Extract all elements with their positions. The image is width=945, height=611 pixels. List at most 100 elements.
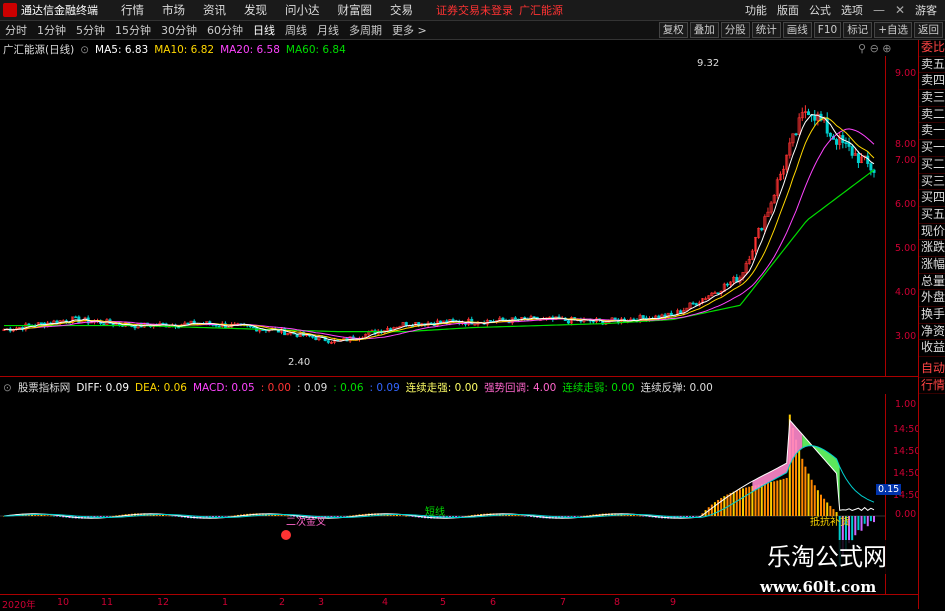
tool-restore[interactable]: 复权 bbox=[658, 22, 688, 38]
ma5-line bbox=[3, 113, 875, 342]
price-chart[interactable] bbox=[0, 56, 885, 376]
indicator-header: ⊙ 股票指标网 DIFF: 0.09 DEA: 0.06 MACD: 0.05 … bbox=[3, 380, 719, 395]
ind-value-1: : 0.00 bbox=[260, 381, 291, 394]
macd-bar bbox=[280, 514, 283, 516]
x-tick: 11 bbox=[101, 597, 114, 608]
tab-timeshare[interactable]: 分时 bbox=[0, 22, 32, 38]
tab-1min[interactable]: 1分钟 bbox=[32, 22, 71, 38]
macd-bar bbox=[748, 486, 751, 516]
menu-news[interactable]: 资讯 bbox=[203, 2, 226, 18]
side-item[interactable]: 换手 bbox=[919, 307, 945, 324]
macd-bar bbox=[464, 515, 467, 517]
side-item[interactable]: 卖一 bbox=[919, 123, 945, 141]
menu-ask[interactable]: 问小达 bbox=[285, 2, 320, 18]
login-alert[interactable]: 证券交易未登录 bbox=[436, 2, 513, 18]
menu-formula[interactable]: 公式 bbox=[809, 2, 831, 18]
side-item[interactable]: 卖五 bbox=[919, 57, 945, 74]
menu-options[interactable]: 选项 bbox=[841, 2, 863, 18]
ma5-label: MA5: 6.83 bbox=[95, 43, 149, 56]
side-item[interactable]: 现价 bbox=[919, 224, 945, 241]
tool-stats[interactable]: 统计 bbox=[751, 22, 781, 38]
quote-side-panel: 委比 卖五 卖四 卖三 卖二 卖一 买一 买二 买三 买四 买五 现价 涨跌 涨… bbox=[918, 40, 945, 609]
side-item[interactable]: 买五 bbox=[919, 207, 945, 224]
chart-title: 广汇能源(日线) bbox=[3, 44, 75, 56]
menu-wealth[interactable]: 财富圈 bbox=[338, 2, 373, 18]
side-item[interactable]: 买一 bbox=[919, 140, 945, 157]
ind-tick: 14:50 bbox=[893, 424, 921, 435]
side-item[interactable]: 卖二 bbox=[919, 107, 945, 124]
candle-body bbox=[828, 132, 832, 137]
menu-function[interactable]: 功能 bbox=[745, 2, 767, 18]
watermark-title: 乐淘公式网 bbox=[738, 540, 916, 574]
candle-body bbox=[74, 316, 78, 319]
menu-quotes[interactable]: 行情 bbox=[121, 2, 144, 18]
indicator-settings-icon[interactable]: ⊙ bbox=[3, 382, 12, 394]
tool-mark[interactable]: 标记 bbox=[843, 22, 873, 38]
side-item[interactable]: 净资 bbox=[919, 324, 945, 341]
indicator-name[interactable]: 股票指标网 bbox=[18, 380, 71, 395]
menu-market[interactable]: 市场 bbox=[162, 2, 185, 18]
side-item[interactable]: 外盘 bbox=[919, 290, 945, 307]
ind-value-4: : 0.09 bbox=[369, 381, 400, 394]
macd-bar bbox=[873, 516, 875, 523]
side-item[interactable]: 买四 bbox=[919, 190, 945, 207]
tool-overlay[interactable]: 叠加 bbox=[689, 22, 719, 38]
tool-back[interactable]: 返回 bbox=[914, 22, 943, 38]
tab-more[interactable]: 更多 > bbox=[387, 22, 432, 38]
tab-15min[interactable]: 15分钟 bbox=[110, 22, 156, 38]
zoom-out-icon[interactable]: ⊖ bbox=[870, 42, 879, 55]
tool-add-watch[interactable]: +自选 bbox=[874, 22, 912, 38]
side-item[interactable]: 总量 bbox=[919, 274, 945, 291]
low-label: 2.40 bbox=[288, 357, 311, 368]
macd-bar bbox=[782, 478, 785, 516]
macd-bar bbox=[717, 499, 720, 516]
close-icon[interactable]: ✕ bbox=[895, 3, 905, 17]
tab-multi[interactable]: 多周期 bbox=[344, 22, 387, 38]
candle-body bbox=[217, 325, 221, 328]
tab-daily[interactable]: 日线 bbox=[248, 22, 280, 38]
side-item[interactable]: 卖三 bbox=[919, 90, 945, 107]
side-item[interactable]: 收益 bbox=[919, 340, 945, 358]
tab-monthly[interactable]: 月线 bbox=[312, 22, 344, 38]
zoom-in-icon[interactable]: ⊕ bbox=[882, 42, 891, 55]
chart-settings-icon[interactable]: ⊙ bbox=[80, 44, 89, 56]
menu-layout[interactable]: 版面 bbox=[777, 2, 799, 18]
macd-bar bbox=[526, 516, 529, 517]
side-item[interactable]: 涨幅 bbox=[919, 257, 945, 274]
macd-bar bbox=[866, 516, 869, 527]
tool-draw[interactable]: 画线 bbox=[782, 22, 812, 38]
side-item[interactable]: 涨跌 bbox=[919, 240, 945, 257]
candle-body bbox=[807, 111, 811, 116]
macd-bar bbox=[645, 516, 648, 517]
stock-name-top: 广汇能源 bbox=[519, 4, 563, 17]
macd-bar bbox=[639, 515, 642, 517]
x-tick: 10 bbox=[57, 597, 70, 608]
tab-60min[interactable]: 60分钟 bbox=[202, 22, 248, 38]
menu-discover[interactable]: 发现 bbox=[244, 2, 267, 18]
macd-bar bbox=[804, 466, 807, 516]
macd-bar bbox=[233, 515, 236, 516]
macd-bar bbox=[408, 516, 411, 517]
side-item[interactable]: 行情 bbox=[919, 378, 945, 395]
side-item[interactable]: 买二 bbox=[919, 157, 945, 174]
tab-weekly[interactable]: 周线 bbox=[280, 22, 312, 38]
tool-f10[interactable]: F10 bbox=[813, 22, 842, 38]
menu-trade[interactable]: 交易 bbox=[390, 2, 413, 18]
candlestick-group bbox=[2, 105, 876, 345]
tab-30min[interactable]: 30分钟 bbox=[156, 22, 202, 38]
tab-5min[interactable]: 5分钟 bbox=[71, 22, 110, 38]
candle-body bbox=[186, 322, 190, 325]
pin-icon[interactable]: ⚲ bbox=[858, 42, 866, 55]
side-item[interactable]: 买三 bbox=[919, 174, 945, 191]
minimize-icon[interactable]: — bbox=[873, 3, 885, 17]
x-tick: 12 bbox=[157, 597, 170, 608]
side-item[interactable]: 委比 bbox=[919, 40, 945, 57]
tool-split[interactable]: 分股 bbox=[720, 22, 750, 38]
macd-bar bbox=[52, 516, 55, 517]
x-tick: 8 bbox=[614, 597, 621, 608]
short-label: 短线 bbox=[425, 507, 445, 518]
side-item[interactable]: 自动 bbox=[919, 361, 945, 378]
guest-label[interactable]: 游客 bbox=[915, 2, 937, 18]
side-item[interactable]: 卖四 bbox=[919, 73, 945, 91]
ma60-label: MA60: 6.84 bbox=[285, 43, 346, 56]
